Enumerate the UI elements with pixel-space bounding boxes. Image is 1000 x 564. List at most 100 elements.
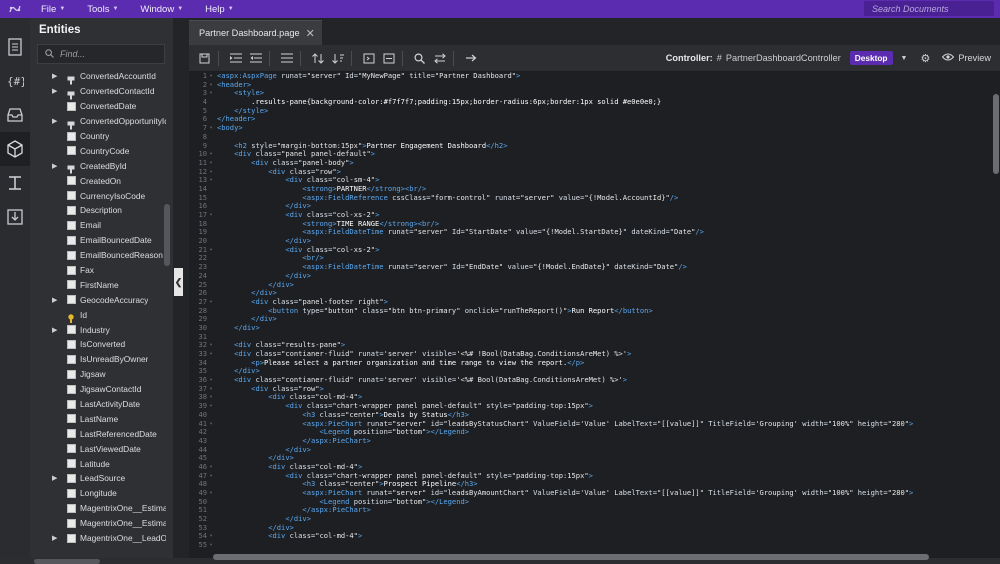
- format-lines-icon[interactable]: [278, 50, 295, 67]
- menu-window[interactable]: Window ▼: [129, 4, 194, 15]
- go-to-icon[interactable]: [462, 50, 479, 67]
- preview-button[interactable]: Preview: [942, 53, 991, 63]
- tree-item[interactable]: ▶ Industry: [30, 322, 173, 337]
- app-logo-icon[interactable]: [0, 0, 30, 18]
- tree-item[interactable]: ▶ ConvertedAccountId: [30, 69, 173, 85]
- tree-item[interactable]: LastViewedDate: [30, 441, 173, 456]
- fold-toggle-icon[interactable]: ▾: [207, 350, 215, 359]
- code-editor[interactable]: 1 ▾ <aspx:AspxPage runat="server" Id="MyNe…: [189, 72, 989, 550]
- tree-item[interactable]: CurrencyIsoCode: [30, 188, 173, 203]
- fold-toggle-icon[interactable]: ▾: [207, 168, 215, 177]
- expand-arrow-icon[interactable]: ▶: [52, 326, 60, 334]
- expand-arrow-icon[interactable]: ▶: [52, 87, 60, 95]
- fold-toggle-icon[interactable]: ▾: [207, 211, 215, 220]
- find-input[interactable]: [60, 49, 160, 59]
- tree-item[interactable]: ▶ MagentrixOne__LeadO: [30, 531, 173, 546]
- tree-item[interactable]: ▶ ConvertedContactId: [30, 84, 173, 100]
- tree-item[interactable]: Email: [30, 218, 173, 233]
- tree-item[interactable]: CreatedOn: [30, 173, 173, 188]
- find-icon[interactable]: [411, 50, 428, 67]
- fold-toggle-icon[interactable]: ▾: [207, 298, 215, 307]
- fold-toggle-icon[interactable]: ▾: [207, 246, 215, 255]
- device-desktop-button[interactable]: Desktop: [849, 51, 893, 65]
- tree-item[interactable]: IsUnreadByOwner: [30, 352, 173, 367]
- text-resources-icon[interactable]: [0, 166, 30, 200]
- fold-toggle-icon[interactable]: ▾: [207, 393, 215, 402]
- insert-component-icon[interactable]: [360, 50, 377, 67]
- tree-item[interactable]: Fax: [30, 263, 173, 278]
- fold-toggle-icon[interactable]: ▾: [207, 420, 215, 429]
- code-vertical-scrollbar[interactable]: [993, 94, 999, 174]
- fold-toggle-icon[interactable]: ▾: [207, 402, 215, 411]
- tree-item[interactable]: MagentrixOne__Estima: [30, 516, 173, 531]
- fold-toggle-icon[interactable]: ▾: [207, 176, 215, 185]
- expand-arrow-icon[interactable]: ▶: [52, 474, 60, 482]
- entities-cube-icon[interactable]: [0, 132, 30, 166]
- inbox-icon[interactable]: [0, 98, 30, 132]
- fold-toggle-icon[interactable]: ▾: [207, 72, 215, 81]
- tree-item[interactable]: Description: [30, 203, 173, 218]
- fold-toggle-icon[interactable]: ▾: [207, 385, 215, 394]
- fold-toggle-icon[interactable]: ▾: [207, 124, 215, 133]
- collapse-panel-handle[interactable]: ❮: [174, 268, 183, 296]
- fold-toggle-icon[interactable]: ▾: [207, 159, 215, 168]
- code-horizontal-scrollbar[interactable]: [213, 554, 929, 560]
- tree-item[interactable]: ConvertedDate: [30, 99, 173, 114]
- tree-item[interactable]: ▶ GeocodeAccuracy: [30, 292, 173, 307]
- fold-toggle-icon[interactable]: ▾: [207, 81, 215, 90]
- tree-item[interactable]: Latitude: [30, 456, 173, 471]
- tree-item[interactable]: CountryCode: [30, 143, 173, 158]
- fold-toggle-icon[interactable]: ▾: [207, 150, 215, 159]
- tree-item[interactable]: JigsawContactId: [30, 382, 173, 397]
- menu-tools[interactable]: Tools ▼: [76, 4, 129, 15]
- fold-toggle-icon[interactable]: ▾: [207, 89, 215, 98]
- tree-item[interactable]: Jigsaw: [30, 367, 173, 382]
- tree-item[interactable]: MagentrixOne__Estima: [30, 501, 173, 516]
- tree-item[interactable]: IsConverted: [30, 337, 173, 352]
- tree-item[interactable]: LastActivityDate: [30, 397, 173, 412]
- tree-item[interactable]: FirstName: [30, 277, 173, 292]
- tree-item[interactable]: LastName: [30, 411, 173, 426]
- save-icon[interactable]: [196, 50, 213, 67]
- expand-arrow-icon[interactable]: ▶: [52, 534, 60, 542]
- close-icon[interactable]: ✕: [306, 27, 315, 40]
- outdent-icon[interactable]: [247, 50, 264, 67]
- controller-name[interactable]: PartnerDashboardController: [726, 53, 841, 63]
- import-icon[interactable]: [0, 200, 30, 234]
- sort-ascending-icon[interactable]: [309, 50, 326, 67]
- tree-item[interactable]: EmailBouncedDate: [30, 233, 173, 248]
- code-classes-icon[interactable]: {#}: [0, 64, 30, 98]
- pages-icon[interactable]: [0, 30, 30, 64]
- fold-toggle-icon[interactable]: ▾: [207, 541, 215, 550]
- gear-icon[interactable]: ⚙: [920, 52, 930, 65]
- entities-horizontal-scrollbar[interactable]: [34, 559, 100, 564]
- indent-icon[interactable]: [227, 50, 244, 67]
- search-documents-input[interactable]: [872, 3, 990, 14]
- fold-toggle-icon[interactable]: ▾: [207, 376, 215, 385]
- expand-arrow-icon[interactable]: ▶: [52, 296, 60, 304]
- tree-item[interactable]: Id: [30, 307, 173, 324]
- fold-toggle-icon[interactable]: ▾: [207, 532, 215, 541]
- expand-arrow-icon[interactable]: ▶: [52, 117, 60, 125]
- fold-toggle-icon[interactable]: ▾: [207, 463, 215, 472]
- tree-item[interactable]: ▶ ConvertedOpportunityId: [30, 114, 173, 130]
- tree-item[interactable]: EmailBouncedReason: [30, 248, 173, 263]
- find-box[interactable]: [37, 44, 165, 64]
- menu-help[interactable]: Help ▼: [194, 4, 245, 15]
- insert-snippet-icon[interactable]: [380, 50, 397, 67]
- search-documents[interactable]: [864, 1, 994, 16]
- tree-item[interactable]: Longitude: [30, 486, 173, 501]
- tab-partner-dashboard[interactable]: Partner Dashboard.page ✕: [189, 20, 322, 45]
- tree-item[interactable]: LastReferencedDate: [30, 426, 173, 441]
- entities-vertical-scrollbar[interactable]: [164, 204, 170, 266]
- expand-arrow-icon[interactable]: ▶: [52, 72, 60, 80]
- replace-icon[interactable]: [431, 50, 448, 67]
- sort-descending-icon[interactable]: [329, 50, 346, 67]
- tree-item[interactable]: ▶ CreatedById: [30, 158, 173, 174]
- menu-file[interactable]: File ▼: [30, 4, 76, 15]
- fold-toggle-icon[interactable]: ▾: [207, 341, 215, 350]
- chevron-down-icon[interactable]: ▼: [901, 55, 908, 62]
- fold-toggle-icon[interactable]: ▾: [207, 489, 215, 498]
- expand-arrow-icon[interactable]: ▶: [52, 162, 60, 170]
- tree-item[interactable]: Country: [30, 129, 173, 144]
